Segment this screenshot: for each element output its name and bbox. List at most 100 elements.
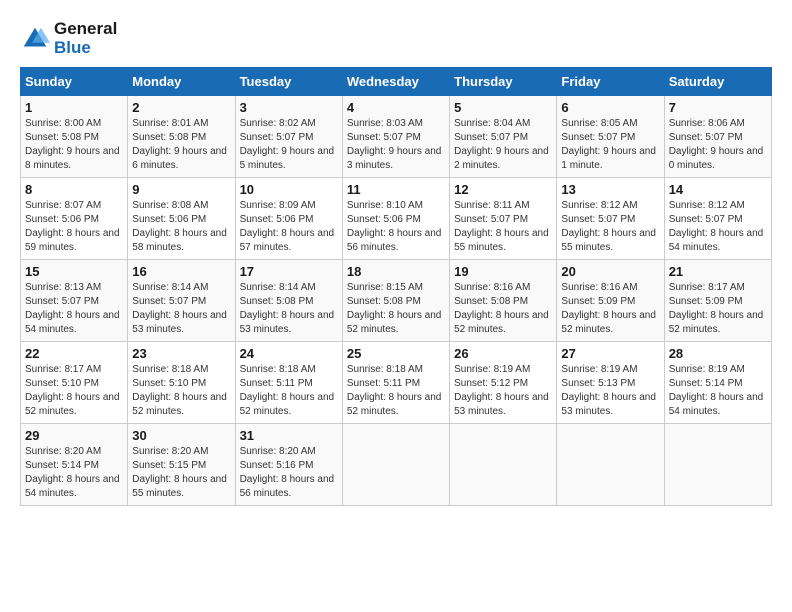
calendar-week-row: 1 Sunrise: 8:00 AMSunset: 5:08 PMDaylight… (21, 96, 772, 178)
day-number: 15 (25, 264, 123, 279)
day-number: 29 (25, 428, 123, 443)
day-info: Sunrise: 8:01 AMSunset: 5:08 PMDaylight:… (132, 117, 230, 173)
day-info: Sunrise: 8:14 AMSunset: 5:07 PMDaylight:… (132, 281, 230, 337)
day-info: Sunrise: 8:11 AMSunset: 5:07 PMDaylight:… (454, 199, 552, 255)
day-info: Sunrise: 8:00 AMSunset: 5:08 PMDaylight:… (25, 117, 123, 173)
day-number: 1 (25, 100, 123, 115)
day-number: 14 (669, 182, 767, 197)
day-number: 7 (669, 100, 767, 115)
day-cell-13: 13Sunrise: 8:12 AMSunset: 5:07 PMDayligh… (557, 178, 664, 260)
day-info: Sunrise: 8:02 AMSunset: 5:07 PMDaylight:… (240, 117, 338, 173)
day-info: Sunrise: 8:17 AMSunset: 5:10 PMDaylight:… (25, 363, 123, 419)
day-info: Sunrise: 8:16 AMSunset: 5:08 PMDaylight:… (454, 281, 552, 337)
day-cell-10: 10 Sunrise: 8:09 AMSunset: 5:06 PMDayligh… (235, 178, 342, 260)
day-number: 6 (561, 100, 659, 115)
day-cell-26: 26Sunrise: 8:19 AMSunset: 5:12 PMDayligh… (450, 342, 557, 424)
empty-cell (342, 424, 449, 506)
empty-cell (557, 424, 664, 506)
day-info: Sunrise: 8:19 AMSunset: 5:13 PMDaylight:… (561, 363, 659, 419)
day-number: 20 (561, 264, 659, 279)
day-cell-25: 25 Sunrise: 8:18 AMSunset: 5:11 PMDayligh… (342, 342, 449, 424)
day-cell-9: 9 Sunrise: 8:08 AMSunset: 5:06 PMDaylight… (128, 178, 235, 260)
day-number: 2 (132, 100, 230, 115)
day-cell-22: 22 Sunrise: 8:17 AMSunset: 5:10 PMDayligh… (21, 342, 128, 424)
day-number: 3 (240, 100, 338, 115)
day-number: 24 (240, 346, 338, 361)
day-info: Sunrise: 8:08 AMSunset: 5:06 PMDaylight:… (132, 199, 230, 255)
calendar-week-row: 22 Sunrise: 8:17 AMSunset: 5:10 PMDayligh… (21, 342, 772, 424)
empty-cell (664, 424, 771, 506)
calendar-table: SundayMondayTuesdayWednesdayThursdayFrid… (20, 67, 772, 506)
day-cell-2: 2 Sunrise: 8:01 AMSunset: 5:08 PMDaylight… (128, 96, 235, 178)
day-cell-8: 8Sunrise: 8:07 AMSunset: 5:06 PMDaylight… (21, 178, 128, 260)
day-info: Sunrise: 8:10 AMSunset: 5:06 PMDaylight:… (347, 199, 445, 255)
weekday-header-saturday: Saturday (664, 68, 771, 96)
weekday-header-sunday: Sunday (21, 68, 128, 96)
day-number: 21 (669, 264, 767, 279)
day-number: 9 (132, 182, 230, 197)
calendar-week-row: 8Sunrise: 8:07 AMSunset: 5:06 PMDaylight… (21, 178, 772, 260)
day-info: Sunrise: 8:15 AMSunset: 5:08 PMDaylight:… (347, 281, 445, 337)
logo-text: General Blue (54, 20, 117, 57)
day-cell-14: 14 Sunrise: 8:12 AMSunset: 5:07 PMDayligh… (664, 178, 771, 260)
day-number: 25 (347, 346, 445, 361)
weekday-header-monday: Monday (128, 68, 235, 96)
day-cell-31: 31 Sunrise: 8:20 AMSunset: 5:16 PMDayligh… (235, 424, 342, 506)
day-number: 11 (347, 182, 445, 197)
day-cell-27: 27 Sunrise: 8:19 AMSunset: 5:13 PMDayligh… (557, 342, 664, 424)
day-info: Sunrise: 8:06 AMSunset: 5:07 PMDaylight:… (669, 117, 767, 173)
day-cell-24: 24Sunrise: 8:18 AMSunset: 5:11 PMDayligh… (235, 342, 342, 424)
day-info: Sunrise: 8:04 AMSunset: 5:07 PMDaylight:… (454, 117, 552, 173)
day-cell-18: 18Sunrise: 8:15 AMSunset: 5:08 PMDayligh… (342, 260, 449, 342)
day-info: Sunrise: 8:09 AMSunset: 5:06 PMDaylight:… (240, 199, 338, 255)
day-cell-30: 30Sunrise: 8:20 AMSunset: 5:15 PMDayligh… (128, 424, 235, 506)
day-info: Sunrise: 8:16 AMSunset: 5:09 PMDaylight:… (561, 281, 659, 337)
day-info: Sunrise: 8:03 AMSunset: 5:07 PMDaylight:… (347, 117, 445, 173)
day-number: 30 (132, 428, 230, 443)
day-cell-3: 3 Sunrise: 8:02 AMSunset: 5:07 PMDaylight… (235, 96, 342, 178)
empty-cell (450, 424, 557, 506)
day-info: Sunrise: 8:12 AMSunset: 5:07 PMDaylight:… (669, 199, 767, 255)
day-info: Sunrise: 8:17 AMSunset: 5:09 PMDaylight:… (669, 281, 767, 337)
day-cell-16: 16 Sunrise: 8:14 AMSunset: 5:07 PMDayligh… (128, 260, 235, 342)
weekday-header-wednesday: Wednesday (342, 68, 449, 96)
day-number: 17 (240, 264, 338, 279)
day-cell-5: 5 Sunrise: 8:04 AMSunset: 5:07 PMDaylight… (450, 96, 557, 178)
day-number: 31 (240, 428, 338, 443)
day-number: 12 (454, 182, 552, 197)
day-number: 5 (454, 100, 552, 115)
day-info: Sunrise: 8:13 AMSunset: 5:07 PMDaylight:… (25, 281, 123, 337)
day-info: Sunrise: 8:18 AMSunset: 5:11 PMDaylight:… (347, 363, 445, 419)
day-cell-23: 23 Sunrise: 8:18 AMSunset: 5:10 PMDayligh… (128, 342, 235, 424)
day-number: 16 (132, 264, 230, 279)
day-cell-15: 15 Sunrise: 8:13 AMSunset: 5:07 PMDayligh… (21, 260, 128, 342)
logo-icon (20, 24, 50, 54)
day-cell-28: 28Sunrise: 8:19 AMSunset: 5:14 PMDayligh… (664, 342, 771, 424)
day-info: Sunrise: 8:07 AMSunset: 5:06 PMDaylight:… (25, 199, 123, 255)
weekday-header-row: SundayMondayTuesdayWednesdayThursdayFrid… (21, 68, 772, 96)
weekday-header-thursday: Thursday (450, 68, 557, 96)
calendar-week-row: 29 Sunrise: 8:20 AMSunset: 5:14 PMDayligh… (21, 424, 772, 506)
day-cell-19: 19Sunrise: 8:16 AMSunset: 5:08 PMDayligh… (450, 260, 557, 342)
day-cell-11: 11 Sunrise: 8:10 AMSunset: 5:06 PMDayligh… (342, 178, 449, 260)
day-number: 27 (561, 346, 659, 361)
day-number: 10 (240, 182, 338, 197)
logo: General Blue (20, 20, 117, 57)
day-info: Sunrise: 8:19 AMSunset: 5:14 PMDaylight:… (669, 363, 767, 419)
day-cell-20: 20 Sunrise: 8:16 AMSunset: 5:09 PMDayligh… (557, 260, 664, 342)
day-cell-7: 7 Sunrise: 8:06 AMSunset: 5:07 PMDaylight… (664, 96, 771, 178)
day-cell-12: 12 Sunrise: 8:11 AMSunset: 5:07 PMDayligh… (450, 178, 557, 260)
day-cell-4: 4Sunrise: 8:03 AMSunset: 5:07 PMDaylight… (342, 96, 449, 178)
day-info: Sunrise: 8:20 AMSunset: 5:16 PMDaylight:… (240, 445, 338, 501)
calendar-body: 1 Sunrise: 8:00 AMSunset: 5:08 PMDaylight… (21, 96, 772, 506)
day-info: Sunrise: 8:20 AMSunset: 5:14 PMDaylight:… (25, 445, 123, 501)
day-cell-1: 1 Sunrise: 8:00 AMSunset: 5:08 PMDaylight… (21, 96, 128, 178)
day-info: Sunrise: 8:18 AMSunset: 5:10 PMDaylight:… (132, 363, 230, 419)
day-number: 22 (25, 346, 123, 361)
day-number: 13 (561, 182, 659, 197)
day-cell-21: 21 Sunrise: 8:17 AMSunset: 5:09 PMDayligh… (664, 260, 771, 342)
day-cell-29: 29 Sunrise: 8:20 AMSunset: 5:14 PMDayligh… (21, 424, 128, 506)
weekday-header-friday: Friday (557, 68, 664, 96)
day-number: 23 (132, 346, 230, 361)
day-info: Sunrise: 8:19 AMSunset: 5:12 PMDaylight:… (454, 363, 552, 419)
